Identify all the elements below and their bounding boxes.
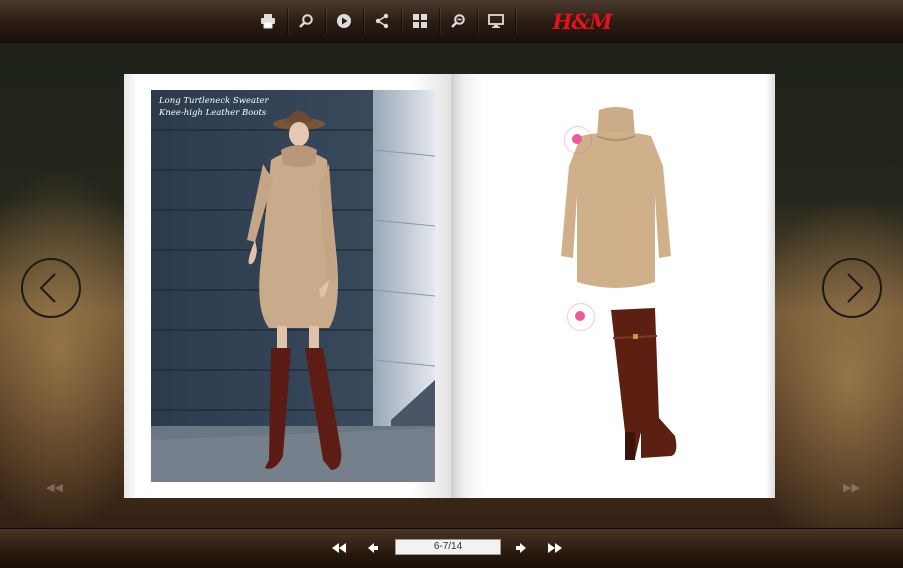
first-page-faint-button[interactable]: ◀◀ [46,481,63,494]
top-toolbar: H&M [0,0,903,43]
autoplay-button[interactable] [330,7,358,35]
caption-line-sweater: Long Turtleneck Sweater [159,96,269,106]
toolbar-separator [363,8,364,34]
chevron-right-icon [847,273,864,303]
last-page-faint-button[interactable]: ▶▶ [843,481,860,494]
prev-page-button[interactable] [363,538,383,558]
sweater-hotspot[interactable] [572,134,582,144]
thumbnails-icon [413,14,427,28]
share-icon [375,13,389,29]
print-icon [261,14,275,29]
flipbook: Long Turtleneck Sweater Knee-high Leathe… [124,74,775,498]
photo-caption: Long Turtleneck Sweater Knee-high Leathe… [159,95,269,119]
next-page-button[interactable] [822,258,882,318]
model-photo-image [151,90,435,482]
chevron-left-icon [39,273,56,303]
brand-logo: H&M [552,8,612,34]
play-icon [337,14,351,28]
boots-hotspot[interactable] [575,311,585,321]
toolbar-separator [401,8,402,34]
last-page-button[interactable] [545,538,565,558]
left-page: Long Turtleneck Sweater Knee-high Leathe… [124,74,451,498]
thumbnails-button[interactable] [406,7,434,35]
zoom-icon [451,14,465,28]
next-page-small-button[interactable] [511,538,531,558]
toolbar-separator [325,8,326,34]
fullscreen-icon [488,14,504,28]
fullscreen-button[interactable] [482,7,510,35]
boot-product-image [611,308,677,460]
arrow-left-icon [368,543,378,553]
arrow-right-icon [516,543,526,553]
search-button[interactable] [292,7,320,35]
search-icon [299,14,313,28]
first-page-button[interactable] [329,538,349,558]
fast-forward-icon [548,543,562,553]
toolbar-separator [477,8,478,34]
previous-page-button[interactable] [21,258,81,318]
toolbar-separator [439,8,440,34]
rewind-icon [332,543,346,553]
right-page [451,74,775,498]
page-indicator-input[interactable]: 6-7/14 [395,539,501,555]
zoom-button[interactable] [444,7,472,35]
toolbar-separator [287,8,288,34]
toolbar-separator [515,8,516,34]
print-button[interactable] [254,7,282,35]
fashion-photo: Long Turtleneck Sweater Knee-high Leathe… [151,90,435,482]
caption-line-boots: Knee-high Leather Boots [159,108,267,118]
share-button[interactable] [368,7,396,35]
